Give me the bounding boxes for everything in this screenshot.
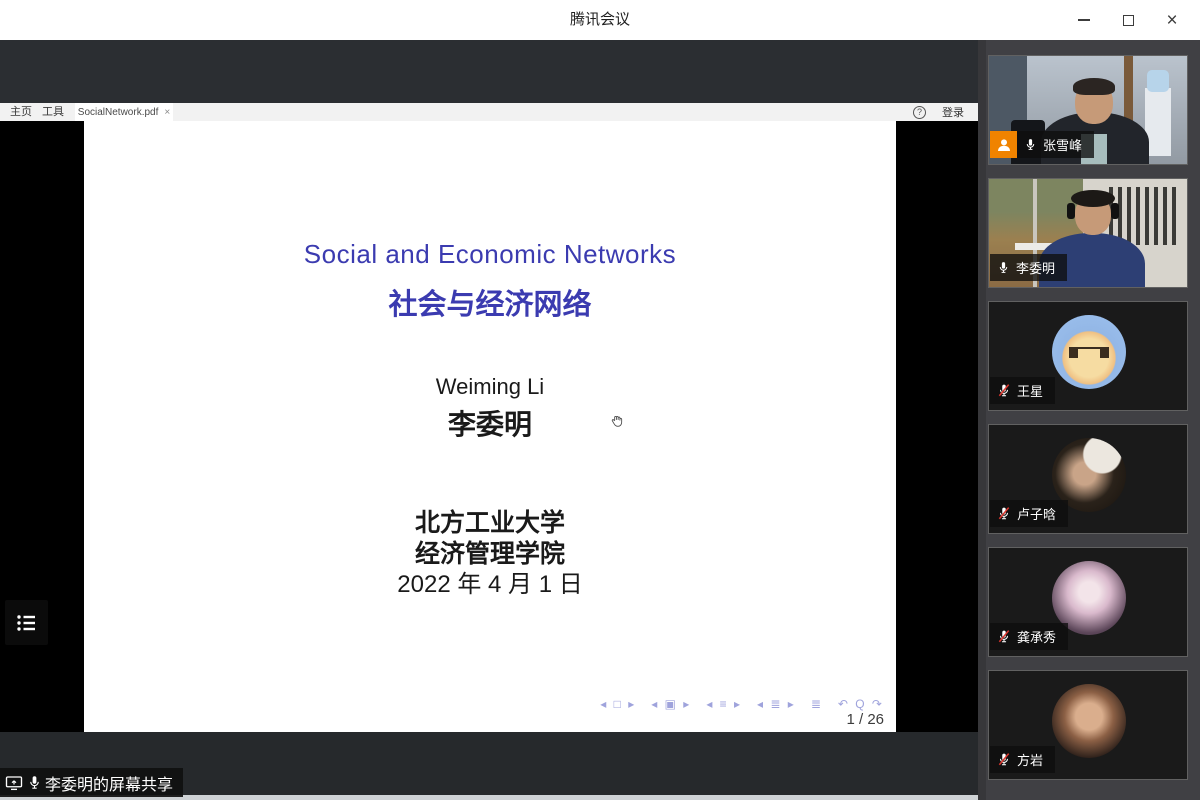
participant-name: 方岩 bbox=[1017, 750, 1043, 769]
participant-namebar: 卢子晗 bbox=[990, 500, 1068, 527]
screen-share-icon bbox=[4, 774, 24, 792]
participant-namebar: 龚承秀 bbox=[990, 623, 1068, 650]
beamer-navigation: ◂ □ ▸ ◂ ▣ ▸ ◂ ≡ ▸ ◂ ≣ ▸ ≣ ↶ Q ↷ bbox=[600, 697, 884, 711]
hand-cursor bbox=[610, 413, 624, 428]
close-icon: × bbox=[1166, 11, 1177, 30]
participant-name: 卢子晗 bbox=[1017, 504, 1056, 523]
participant-namebar: 李委明 bbox=[990, 254, 1067, 281]
nav-subsection-icons[interactable]: ◂ ≣ ▸ bbox=[757, 697, 796, 711]
pdf-canvas[interactable]: Social and Economic Networks 社会与经济网络 Wei… bbox=[0, 121, 978, 732]
slide-title-zh: 社会与经济网络 bbox=[84, 281, 896, 323]
avatar-image bbox=[1052, 684, 1126, 758]
scene-water-bottle bbox=[1147, 70, 1169, 92]
participants-sidebar: 张雪峰 李委明 bbox=[978, 40, 1200, 800]
outline-panel-button[interactable] bbox=[5, 600, 48, 645]
participant-tile-gongchengxiu[interactable]: 龚承秀 bbox=[988, 547, 1188, 657]
help-icon[interactable]: ? bbox=[913, 106, 926, 119]
nav-frame-icons[interactable]: ◂ □ ▸ bbox=[600, 697, 636, 711]
slide-author-en: Weiming Li bbox=[84, 374, 896, 400]
participant-tile-zhangxuefeng[interactable]: 张雪峰 bbox=[988, 55, 1188, 165]
participant-tile-fangyan[interactable]: 方岩 bbox=[988, 670, 1188, 780]
participant-name: 张雪峰 bbox=[1043, 135, 1082, 154]
screen-share-label: 李委明的屏幕共享 bbox=[45, 771, 173, 795]
host-badge bbox=[990, 131, 1017, 158]
nav-appendix-icon[interactable]: ≣ bbox=[811, 697, 823, 711]
login-button[interactable]: 登录 bbox=[942, 104, 964, 120]
participant-namebar: 张雪峰 bbox=[990, 131, 1094, 158]
avatar-glasses bbox=[1069, 347, 1109, 358]
slide-date: 2022 年 4 月 1 日 bbox=[84, 564, 896, 599]
nav-history-search-icons[interactable]: ↶ Q ↷ bbox=[838, 697, 884, 711]
shared-app-top-band bbox=[0, 40, 978, 103]
host-person-icon bbox=[995, 136, 1013, 154]
toolbar-right: ? 登录 bbox=[913, 103, 964, 121]
sidebar-scrollbar[interactable] bbox=[978, 40, 986, 800]
participant-name: 王星 bbox=[1017, 381, 1043, 400]
slide-title-en: Social and Economic Networks bbox=[84, 239, 896, 270]
headphone-left bbox=[1067, 203, 1075, 219]
pdf-toolbar: 主页 工具 SocialNetwork.pdf × ? 登录 bbox=[0, 103, 978, 121]
tab-close-icon[interactable]: × bbox=[164, 107, 170, 118]
participant-name: 李委明 bbox=[1016, 258, 1055, 277]
participant-name: 龚承秀 bbox=[1017, 627, 1056, 646]
participant-tile-luzihan[interactable]: 卢子晗 bbox=[988, 424, 1188, 534]
minimize-icon bbox=[1078, 19, 1090, 21]
close-button[interactable]: × bbox=[1150, 0, 1194, 40]
tab-home[interactable]: 主页 bbox=[10, 103, 32, 121]
tab-tools[interactable]: 工具 bbox=[42, 103, 64, 121]
avatar-image bbox=[1052, 315, 1126, 389]
nav-subframe-icons[interactable]: ◂ ▣ ▸ bbox=[651, 697, 691, 711]
nav-section-icons[interactable]: ◂ ≡ ▸ bbox=[706, 697, 742, 711]
document-tab-label: SocialNetwork.pdf bbox=[78, 107, 159, 118]
maximize-icon bbox=[1123, 15, 1134, 26]
person-hair bbox=[1073, 78, 1115, 95]
microphone-icon bbox=[27, 774, 42, 791]
headphone-right bbox=[1111, 203, 1119, 219]
screen-share-status-banner: 李委明的屏幕共享 bbox=[0, 768, 183, 797]
window-title: 腾讯会议 bbox=[0, 0, 1200, 40]
participant-namebar: 王星 bbox=[990, 377, 1055, 404]
screen-share-area: 主页 工具 SocialNetwork.pdf × ? 登录 Social an… bbox=[0, 40, 978, 800]
mic-muted-icon bbox=[997, 383, 1011, 398]
slide-page: Social and Economic Networks 社会与经济网络 Wei… bbox=[84, 121, 896, 732]
participant-tile-liweiming[interactable]: 李委明 bbox=[988, 178, 1188, 288]
page-indicator: 1 / 26 bbox=[846, 711, 884, 728]
mic-muted-icon bbox=[997, 752, 1011, 767]
person-hair bbox=[1071, 190, 1115, 207]
mic-muted-icon bbox=[997, 629, 1011, 644]
window-titlebar: 腾讯会议 × bbox=[0, 0, 1200, 40]
document-tab[interactable]: SocialNetwork.pdf × bbox=[75, 103, 173, 121]
participant-tile-wangxing[interactable]: 王星 bbox=[988, 301, 1188, 411]
minimize-button[interactable] bbox=[1062, 0, 1106, 40]
bullet-list-icon bbox=[16, 613, 38, 633]
mic-on-icon bbox=[1024, 137, 1037, 152]
slide-author-zh: 李委明 bbox=[84, 403, 896, 443]
mic-muted-icon bbox=[997, 506, 1011, 521]
maximize-button[interactable] bbox=[1106, 0, 1150, 40]
participant-namebar: 方岩 bbox=[990, 746, 1055, 773]
window-controls: × bbox=[1062, 0, 1194, 40]
mic-on-icon bbox=[997, 260, 1010, 275]
